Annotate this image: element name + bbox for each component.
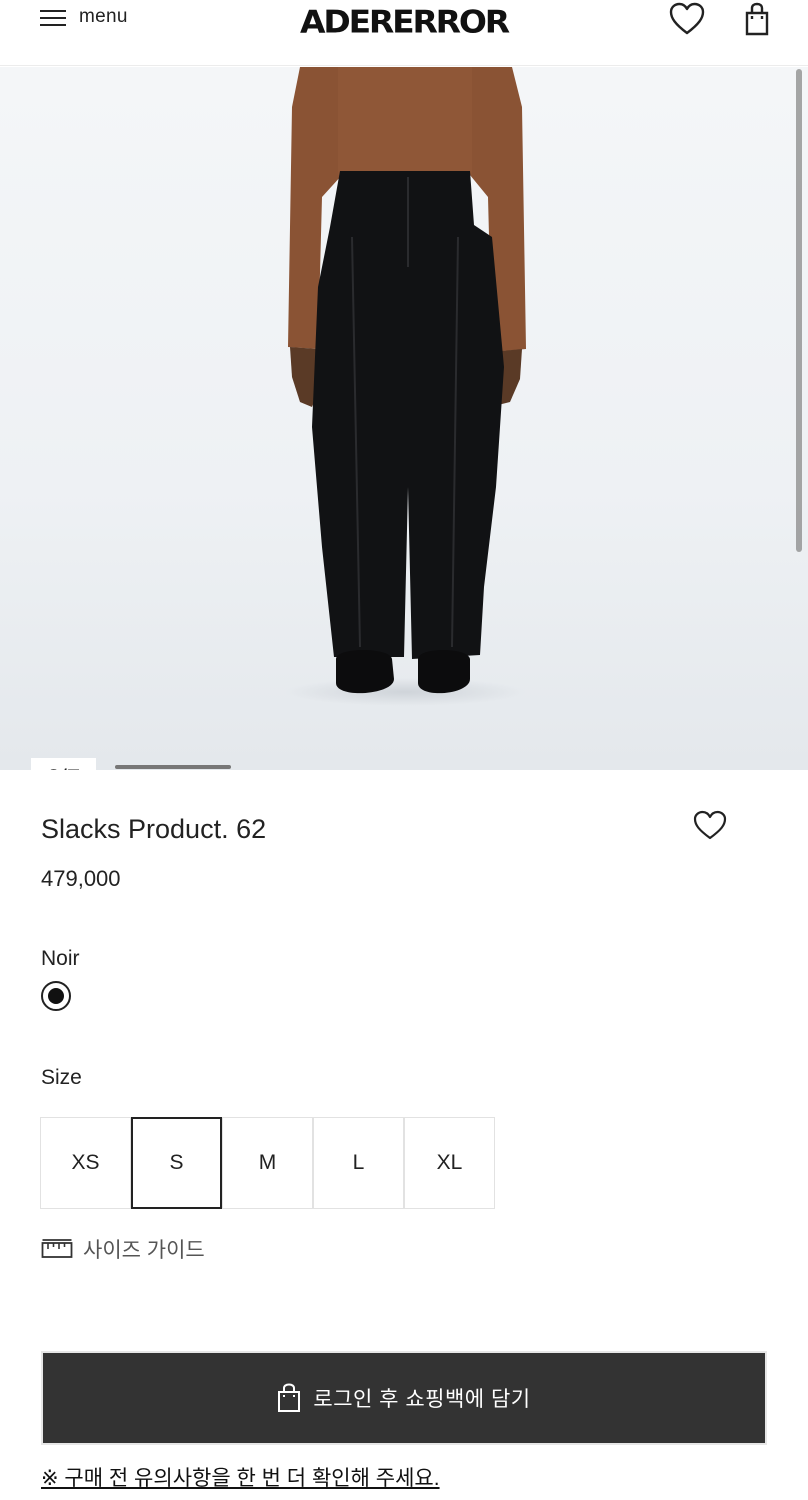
- size-guide-label: 사이즈 가이드: [83, 1239, 205, 1262]
- size-guide-link[interactable]: 사이즈 가이드: [41, 1234, 205, 1264]
- gallery-scroll-indicator[interactable]: [115, 765, 231, 769]
- wishlist-heart-icon[interactable]: [693, 810, 727, 840]
- size-selector: XS S M L XL: [40, 1117, 495, 1209]
- vertical-scrollbar[interactable]: [796, 69, 802, 552]
- shopping-bag-icon[interactable]: [742, 2, 772, 38]
- color-label: Noir: [41, 947, 80, 970]
- product-price: 479,000: [41, 866, 121, 891]
- size-option-s[interactable]: S: [131, 1117, 222, 1209]
- image-counter: 2/7: [31, 758, 96, 770]
- size-option-l[interactable]: L: [313, 1117, 404, 1209]
- top-header: menu ADERERROR: [0, 0, 808, 66]
- purchase-notice-link[interactable]: ※ 구매 전 유의사항을 한 번 더 확인해 주세요.: [41, 1462, 440, 1492]
- ruler-icon: [41, 1239, 73, 1258]
- shopping-bag-icon: [278, 1383, 301, 1412]
- add-to-bag-button[interactable]: 로그인 후 쇼핑백에 담기: [41, 1351, 767, 1445]
- add-to-bag-label: 로그인 후 쇼핑백에 담기: [313, 1388, 531, 1411]
- size-option-xs[interactable]: XS: [40, 1117, 131, 1209]
- product-photo: [285, 67, 526, 706]
- size-option-xl[interactable]: XL: [404, 1117, 495, 1209]
- color-swatch-noir[interactable]: [41, 981, 71, 1011]
- size-label: Size: [41, 1066, 82, 1089]
- product-image-gallery[interactable]: 2/7: [0, 67, 808, 770]
- size-option-m[interactable]: M: [222, 1117, 313, 1209]
- product-title: Slacks Product. 62: [41, 814, 267, 844]
- heart-icon[interactable]: [669, 2, 705, 36]
